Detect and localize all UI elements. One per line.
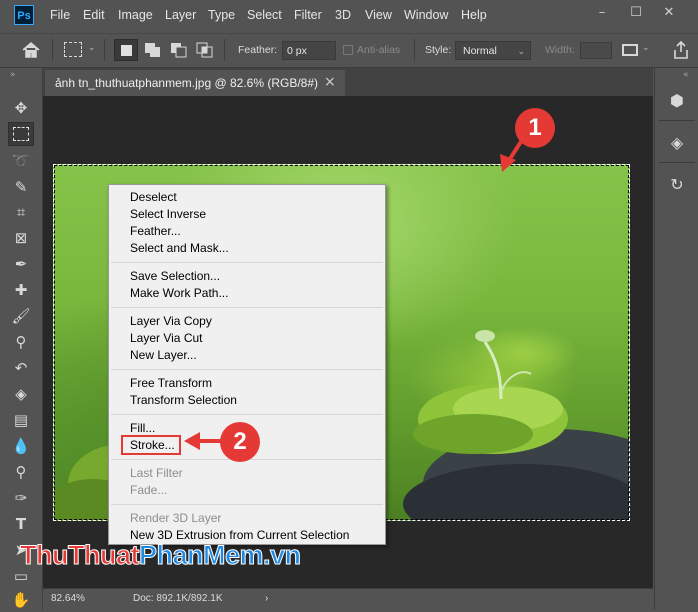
step-2-badge: 2 bbox=[220, 422, 260, 462]
watermark-part2: Thuat bbox=[67, 540, 140, 571]
watermark-part3: PhanMem bbox=[138, 540, 264, 571]
step-1-badge: 1 bbox=[515, 108, 555, 148]
arrow-2-head bbox=[184, 432, 200, 450]
watermark-part4: .vn bbox=[263, 540, 302, 571]
watermark-part1: Thu bbox=[20, 540, 69, 571]
annotation-arrows bbox=[184, 138, 524, 450]
watermark-logo: ThuThuatPhanMem.vn bbox=[20, 540, 302, 571]
